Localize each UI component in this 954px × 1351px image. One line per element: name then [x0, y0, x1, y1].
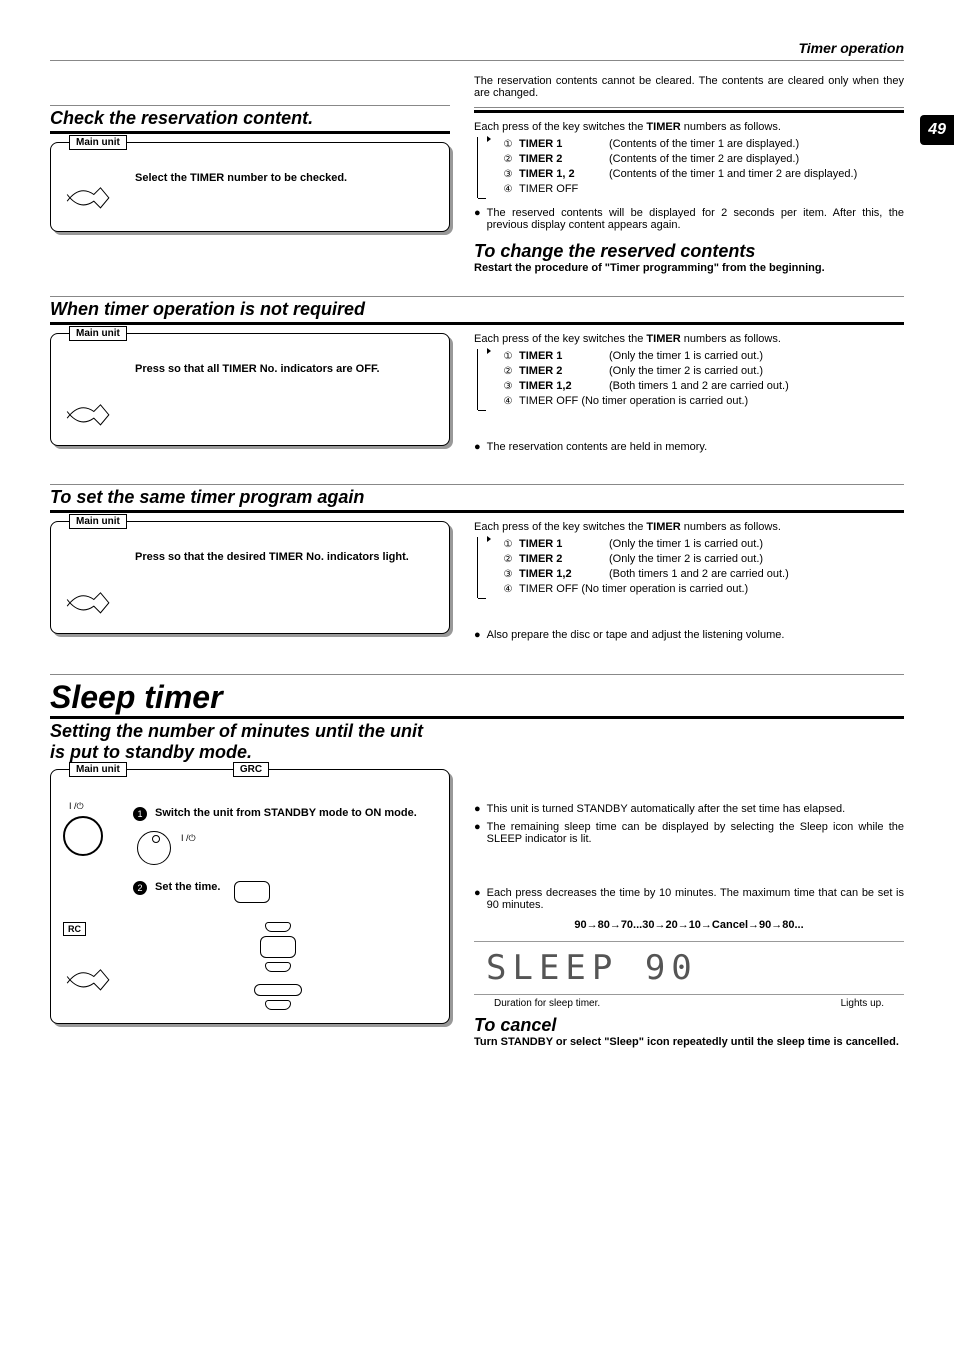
grc-label: GRC: [233, 762, 269, 777]
section-title-not-required: When timer operation is not required: [50, 296, 904, 325]
note-bullet: ●The reservation contents are held in me…: [474, 441, 904, 453]
press-hand-icon: [63, 583, 113, 621]
section-title-check: Check the reservation content.: [50, 105, 450, 134]
sleep-bullet-1: ●This unit is turned STANDBY automatical…: [474, 803, 904, 815]
remote-button-icon: [234, 881, 270, 903]
press-hand-icon: [63, 960, 113, 998]
note-bullet: ●Also prepare the disc or tape and adjus…: [474, 629, 904, 641]
cycle-arrow-icon: [477, 349, 487, 410]
power-icon-label-2: I /⏻: [181, 833, 196, 844]
main-unit-label: Main unit: [69, 326, 127, 341]
to-cancel-text: Turn STANDBY or select "Sleep" icon repe…: [474, 1036, 904, 1048]
main-unit-label: Main unit: [69, 514, 127, 529]
step-box-off: Main unit Press so that all TIMER No. in…: [50, 333, 450, 446]
to-cancel-heading: To cancel: [474, 1015, 904, 1036]
main-unit-label: Main unit: [69, 762, 127, 777]
change-contents-text: Restart the procedure of "Timer programm…: [474, 262, 904, 274]
step2-text: Set the time.: [155, 881, 220, 893]
step-text: Press so that the desired TIMER No. indi…: [135, 551, 437, 563]
remote-control-illustration: [243, 921, 313, 1011]
sleep-subtitle-2: is put to standby mode.: [50, 742, 904, 763]
lcd-captions: Duration for sleep timer. Lights up.: [474, 998, 904, 1009]
lcd-display: SLEEP 90: [474, 941, 904, 995]
step1-text: Switch the unit from STANDBY mode to ON …: [155, 807, 417, 819]
section-title-same-again: To set the same timer program again: [50, 484, 904, 513]
sleep-sequence: 90→80→70...30→20→10→Cancel→90→80...: [474, 919, 904, 931]
press-hand-icon: [63, 178, 113, 216]
step-box-again: Main unit Press so that the desired TIME…: [50, 521, 450, 634]
sleep-bullet-3: ●Each press decreases the time by 10 min…: [474, 887, 904, 911]
sleep-bullet-2: ●The remaining sleep time can be display…: [474, 821, 904, 845]
power-knob-icon: [63, 816, 103, 856]
main-unit-label: Main unit: [69, 135, 127, 150]
breadcrumb: Timer operation: [50, 40, 904, 61]
sleep-timer-title: Sleep timer: [50, 674, 904, 719]
note-bullet: ●The reserved contents will be displayed…: [474, 207, 904, 231]
step-box-sleep: Main unit GRC I /⏻ 1 Switch the unit fro…: [50, 769, 450, 1024]
step-box-check: Main unit Select the TIMER number to be …: [50, 142, 450, 232]
each-press-text: Each press of the key switches the TIMER…: [474, 333, 904, 345]
sleep-subtitle-1: Setting the number of minutes until the …: [50, 721, 904, 742]
timer-sequence-list: ①TIMER 1(Only the timer 1 is carried out…: [501, 537, 789, 597]
cycle-arrow-icon: [477, 137, 487, 198]
step-number-1: 1: [133, 807, 147, 821]
change-contents-heading: To change the reserved contents: [474, 241, 904, 262]
intro-text: The reservation contents cannot be clear…: [474, 75, 904, 99]
step-text: Select the TIMER number to be checked.: [135, 172, 437, 184]
step-text: Press so that all TIMER No. indicators a…: [135, 363, 437, 375]
power-icon-label: I /⏻: [69, 801, 123, 812]
cycle-arrow-icon: [477, 537, 487, 598]
timer-sequence-list: ①TIMER 1(Only the timer 1 is carried out…: [501, 349, 789, 409]
grc-knob-icon: [137, 831, 171, 865]
timer-sequence-list: ①TIMER 1(Contents of the timer 1 are dis…: [501, 137, 857, 197]
step-number-2: 2: [133, 881, 147, 895]
each-press-text: Each press of the key switches the TIMER…: [474, 121, 904, 133]
rc-label: RC: [63, 922, 86, 936]
each-press-text: Each press of the key switches the TIMER…: [474, 521, 904, 533]
page-number-tab: 49: [920, 115, 954, 145]
press-hand-icon: [63, 395, 113, 433]
